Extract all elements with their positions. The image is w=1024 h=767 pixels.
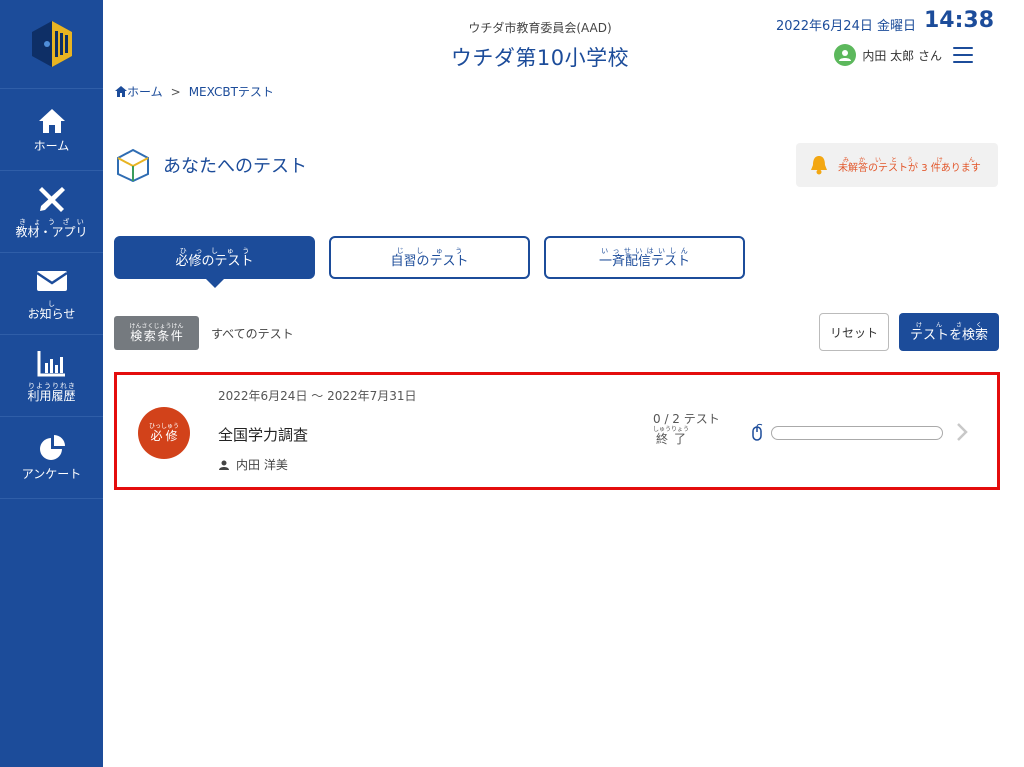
board-name: ウチダ市教育委員会(AAD) xyxy=(468,21,612,35)
test-status: 終了 xyxy=(653,432,690,447)
chevron-right-icon xyxy=(957,423,968,441)
unanswered-alert: 未解答のテストがみかいとう 3 件ありますけん xyxy=(796,143,998,187)
tab-label: 自習のテスト xyxy=(390,253,469,269)
sidebar-item-notices[interactable]: お知らせし xyxy=(0,253,103,335)
test-period: 2022年6月24日 〜 2022年7月31日 xyxy=(218,389,417,403)
sidebar-item-ruby: し xyxy=(27,299,76,308)
current-date: 2022年6月24日 金曜日 xyxy=(775,19,916,34)
search-conditions-label: 検索条件けんさくじょうけん xyxy=(114,316,199,350)
tab-required[interactable]: 必修のテストひっしゅう xyxy=(114,236,315,288)
sidebar-item-label: アンケート xyxy=(21,466,82,481)
school-name: ウチダ第10小学校 xyxy=(450,46,630,70)
sidebar-item-survey[interactable]: アンケート xyxy=(0,417,103,499)
test-cube-icon xyxy=(117,148,149,182)
reset-button[interactable]: リセット xyxy=(819,313,889,351)
current-time: 14:38 xyxy=(923,8,994,33)
user-menu[interactable]: 内田 太郎 さん xyxy=(834,44,942,66)
tab-label: 一斉配信テスト xyxy=(598,253,690,269)
breadcrumb-current: MEXCBTテスト xyxy=(188,85,274,99)
date-time: 2022年6月24日 金曜日 14:38 xyxy=(776,8,994,34)
home-icon xyxy=(38,108,65,133)
page-header: あなたへのテスト xyxy=(115,148,307,182)
search-test-button[interactable]: テストを検索けんさく xyxy=(899,313,999,351)
bell-icon xyxy=(811,156,827,175)
sidebar-item-label: 教材・アプリ xyxy=(15,224,88,239)
breadcrumb: ホーム > MEXCBTテスト xyxy=(115,83,274,100)
mouse-icon xyxy=(752,423,763,441)
required-badge: 必修ひっしゅう xyxy=(138,407,190,459)
progress-bar xyxy=(771,426,943,440)
test-progress-count: 0 / 2 テスト xyxy=(653,412,720,426)
sidebar-item-label: ホーム xyxy=(33,138,70,153)
breadcrumb-separator: > xyxy=(170,84,181,99)
user-name: 内田 太郎 さん xyxy=(862,48,942,63)
sidebar: ホーム 教材・アプリきょうざい お知らせし 利用履歴りようりれき アンケート xyxy=(0,0,103,767)
logo[interactable] xyxy=(0,0,103,89)
page-title: あなたへのテスト xyxy=(163,156,307,177)
search-conditions-value: すべてのテスト xyxy=(211,327,294,341)
tools-icon xyxy=(38,186,65,212)
sidebar-item-label: 利用履歴 xyxy=(27,388,76,403)
pie-chart-icon xyxy=(39,434,65,460)
hamburger-menu-icon[interactable] xyxy=(953,47,973,63)
bar-chart-icon xyxy=(37,350,65,377)
sidebar-item-home[interactable]: ホーム xyxy=(0,89,103,171)
test-title: 全国学力調査 xyxy=(218,426,309,444)
tab-label: 必修のテスト xyxy=(175,253,254,269)
test-card[interactable]: 必修ひっしゅう 2022年6月24日 〜 2022年7月31日 全国学力調査 内… xyxy=(114,372,1000,490)
logo-icon xyxy=(31,21,72,67)
person-icon xyxy=(219,460,229,470)
test-progress: 0 / 2 テスト 終了しゅうりょう xyxy=(653,412,720,447)
home-small-icon xyxy=(115,86,127,97)
sidebar-item-history[interactable]: 利用履歴りようりれき xyxy=(0,335,103,417)
test-author: 内田 洋美 xyxy=(218,456,288,473)
sidebar-item-ruby: きょうざい xyxy=(15,217,88,226)
tab-self-study[interactable]: 自習のテストじしゅう xyxy=(329,236,530,279)
alert-count: 3 xyxy=(921,162,928,174)
alert-prefix: 未解答のテストが xyxy=(838,162,918,174)
user-icon xyxy=(834,44,857,66)
tab-broadcast[interactable]: 一斉配信テストいっせいはいしん xyxy=(544,236,745,279)
sidebar-item-materials[interactable]: 教材・アプリきょうざい xyxy=(0,171,103,253)
header-title-area: ウチダ市教育委員会(AAD) ウチダ第10小学校 xyxy=(340,19,740,72)
sidebar-item-label: お知らせ xyxy=(27,306,76,321)
sidebar-item-ruby: りようりれき xyxy=(27,381,76,390)
mail-icon xyxy=(35,270,68,291)
alert-suffix: 件あります xyxy=(930,162,981,174)
test-tabs: 必修のテストひっしゅう 自習のテストじしゅう 一斉配信テストいっせいはいしん xyxy=(114,236,759,288)
breadcrumb-home[interactable]: ホーム xyxy=(127,83,163,100)
